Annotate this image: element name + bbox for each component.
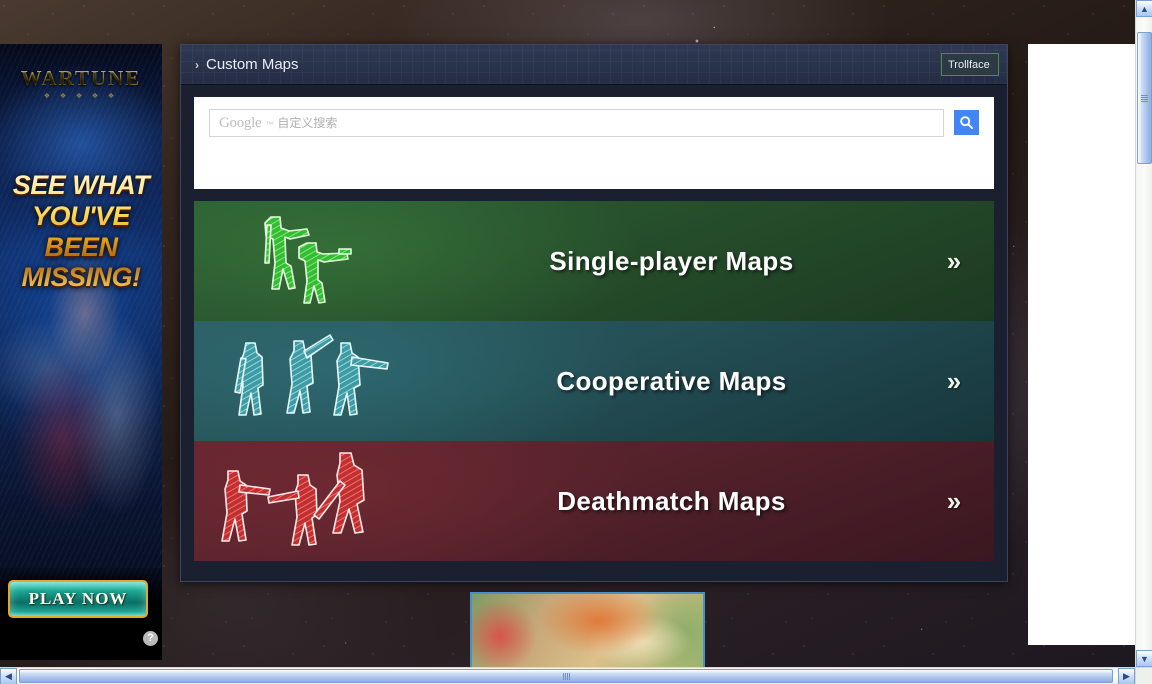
horizontal-scrollbar-thumb[interactable] (19, 669, 1113, 683)
banner-single-player[interactable]: Single-player Maps » (194, 201, 994, 321)
search-placeholder-text: 自定义搜索 (277, 116, 338, 130)
banner-cooperative[interactable]: Cooperative Maps » (194, 321, 994, 441)
trollface-badge[interactable]: Trollface (941, 53, 999, 76)
chevron-double-right-icon: » (946, 245, 962, 276)
search-placeholder: Google ™ 自定义搜索 (219, 114, 337, 132)
soldier-figures-green-icon (194, 201, 429, 321)
trademark-symbol: ™ (265, 120, 274, 129)
scrollbar-corner (1135, 667, 1152, 684)
search-button[interactable] (954, 110, 979, 135)
chevron-right-icon: › (195, 57, 199, 72)
soldier-figures-red-icon (194, 441, 429, 561)
scroll-up-button[interactable]: ▲ (1136, 0, 1152, 17)
panel-header: › Custom Maps Trollface (181, 45, 1007, 85)
bottom-illustration[interactable] (470, 592, 705, 672)
grip-icon (1141, 94, 1148, 102)
banner-title: Single-player Maps (549, 245, 794, 276)
chevron-double-right-icon: » (946, 485, 962, 516)
ad-headline-line: YOU'VE (32, 200, 130, 231)
horizontal-scrollbar[interactable]: ◀ ▶ (0, 667, 1152, 684)
banner-title: Cooperative Maps (556, 365, 787, 396)
ad-headline-line: SEE WHAT (12, 170, 150, 200)
custom-maps-panel: › Custom Maps Trollface Google ™ 自定义搜索 S… (180, 44, 1008, 582)
panel-body: Google ™ 自定义搜索 Single-player Maps » Coop… (181, 85, 1007, 574)
grip-icon (562, 672, 570, 680)
left-ad-banner[interactable]: WARTUNE ❖ ❖ ❖ ❖ ❖ SEE WHAT YOU'VE BEEN M… (0, 44, 162, 660)
scroll-right-button[interactable]: ▶ (1118, 668, 1135, 684)
map-category-list: Single-player Maps » Cooperative Maps » … (194, 201, 994, 561)
vertical-scrollbar-thumb[interactable] (1137, 32, 1152, 164)
ad-logo: WARTUNE (0, 66, 162, 91)
ad-info-icon[interactable]: ? (143, 631, 158, 646)
search-input[interactable]: Google ™ 自定义搜索 (209, 109, 944, 137)
vertical-scrollbar[interactable]: ▲ ▼ (1135, 0, 1152, 684)
breadcrumb: › Custom Maps (195, 56, 299, 73)
chevron-double-right-icon: » (946, 365, 962, 396)
google-wordmark: Google (219, 115, 262, 131)
right-ad-slot[interactable] (1028, 44, 1140, 645)
scroll-left-button[interactable]: ◀ (0, 668, 17, 684)
search-card: Google ™ 自定义搜索 (194, 97, 994, 189)
soldier-figures-teal-icon (194, 321, 429, 441)
ad-headline-line: BEEN (44, 231, 118, 262)
ad-logo-subtitle: ❖ ❖ ❖ ❖ ❖ (43, 92, 119, 100)
search-icon (960, 116, 974, 130)
scroll-down-button[interactable]: ▼ (1136, 650, 1152, 667)
play-now-button[interactable]: PLAY NOW (8, 580, 148, 618)
browser-viewport: WARTUNE ❖ ❖ ❖ ❖ ❖ SEE WHAT YOU'VE BEEN M… (0, 0, 1152, 684)
ad-headline: SEE WHAT YOU'VE BEEN MISSING! (0, 170, 162, 293)
page-title: Custom Maps (206, 56, 299, 73)
banner-title: Deathmatch Maps (557, 485, 786, 516)
ad-headline-line: MISSING! (21, 262, 141, 293)
banner-deathmatch[interactable]: Deathmatch Maps » (194, 441, 994, 561)
